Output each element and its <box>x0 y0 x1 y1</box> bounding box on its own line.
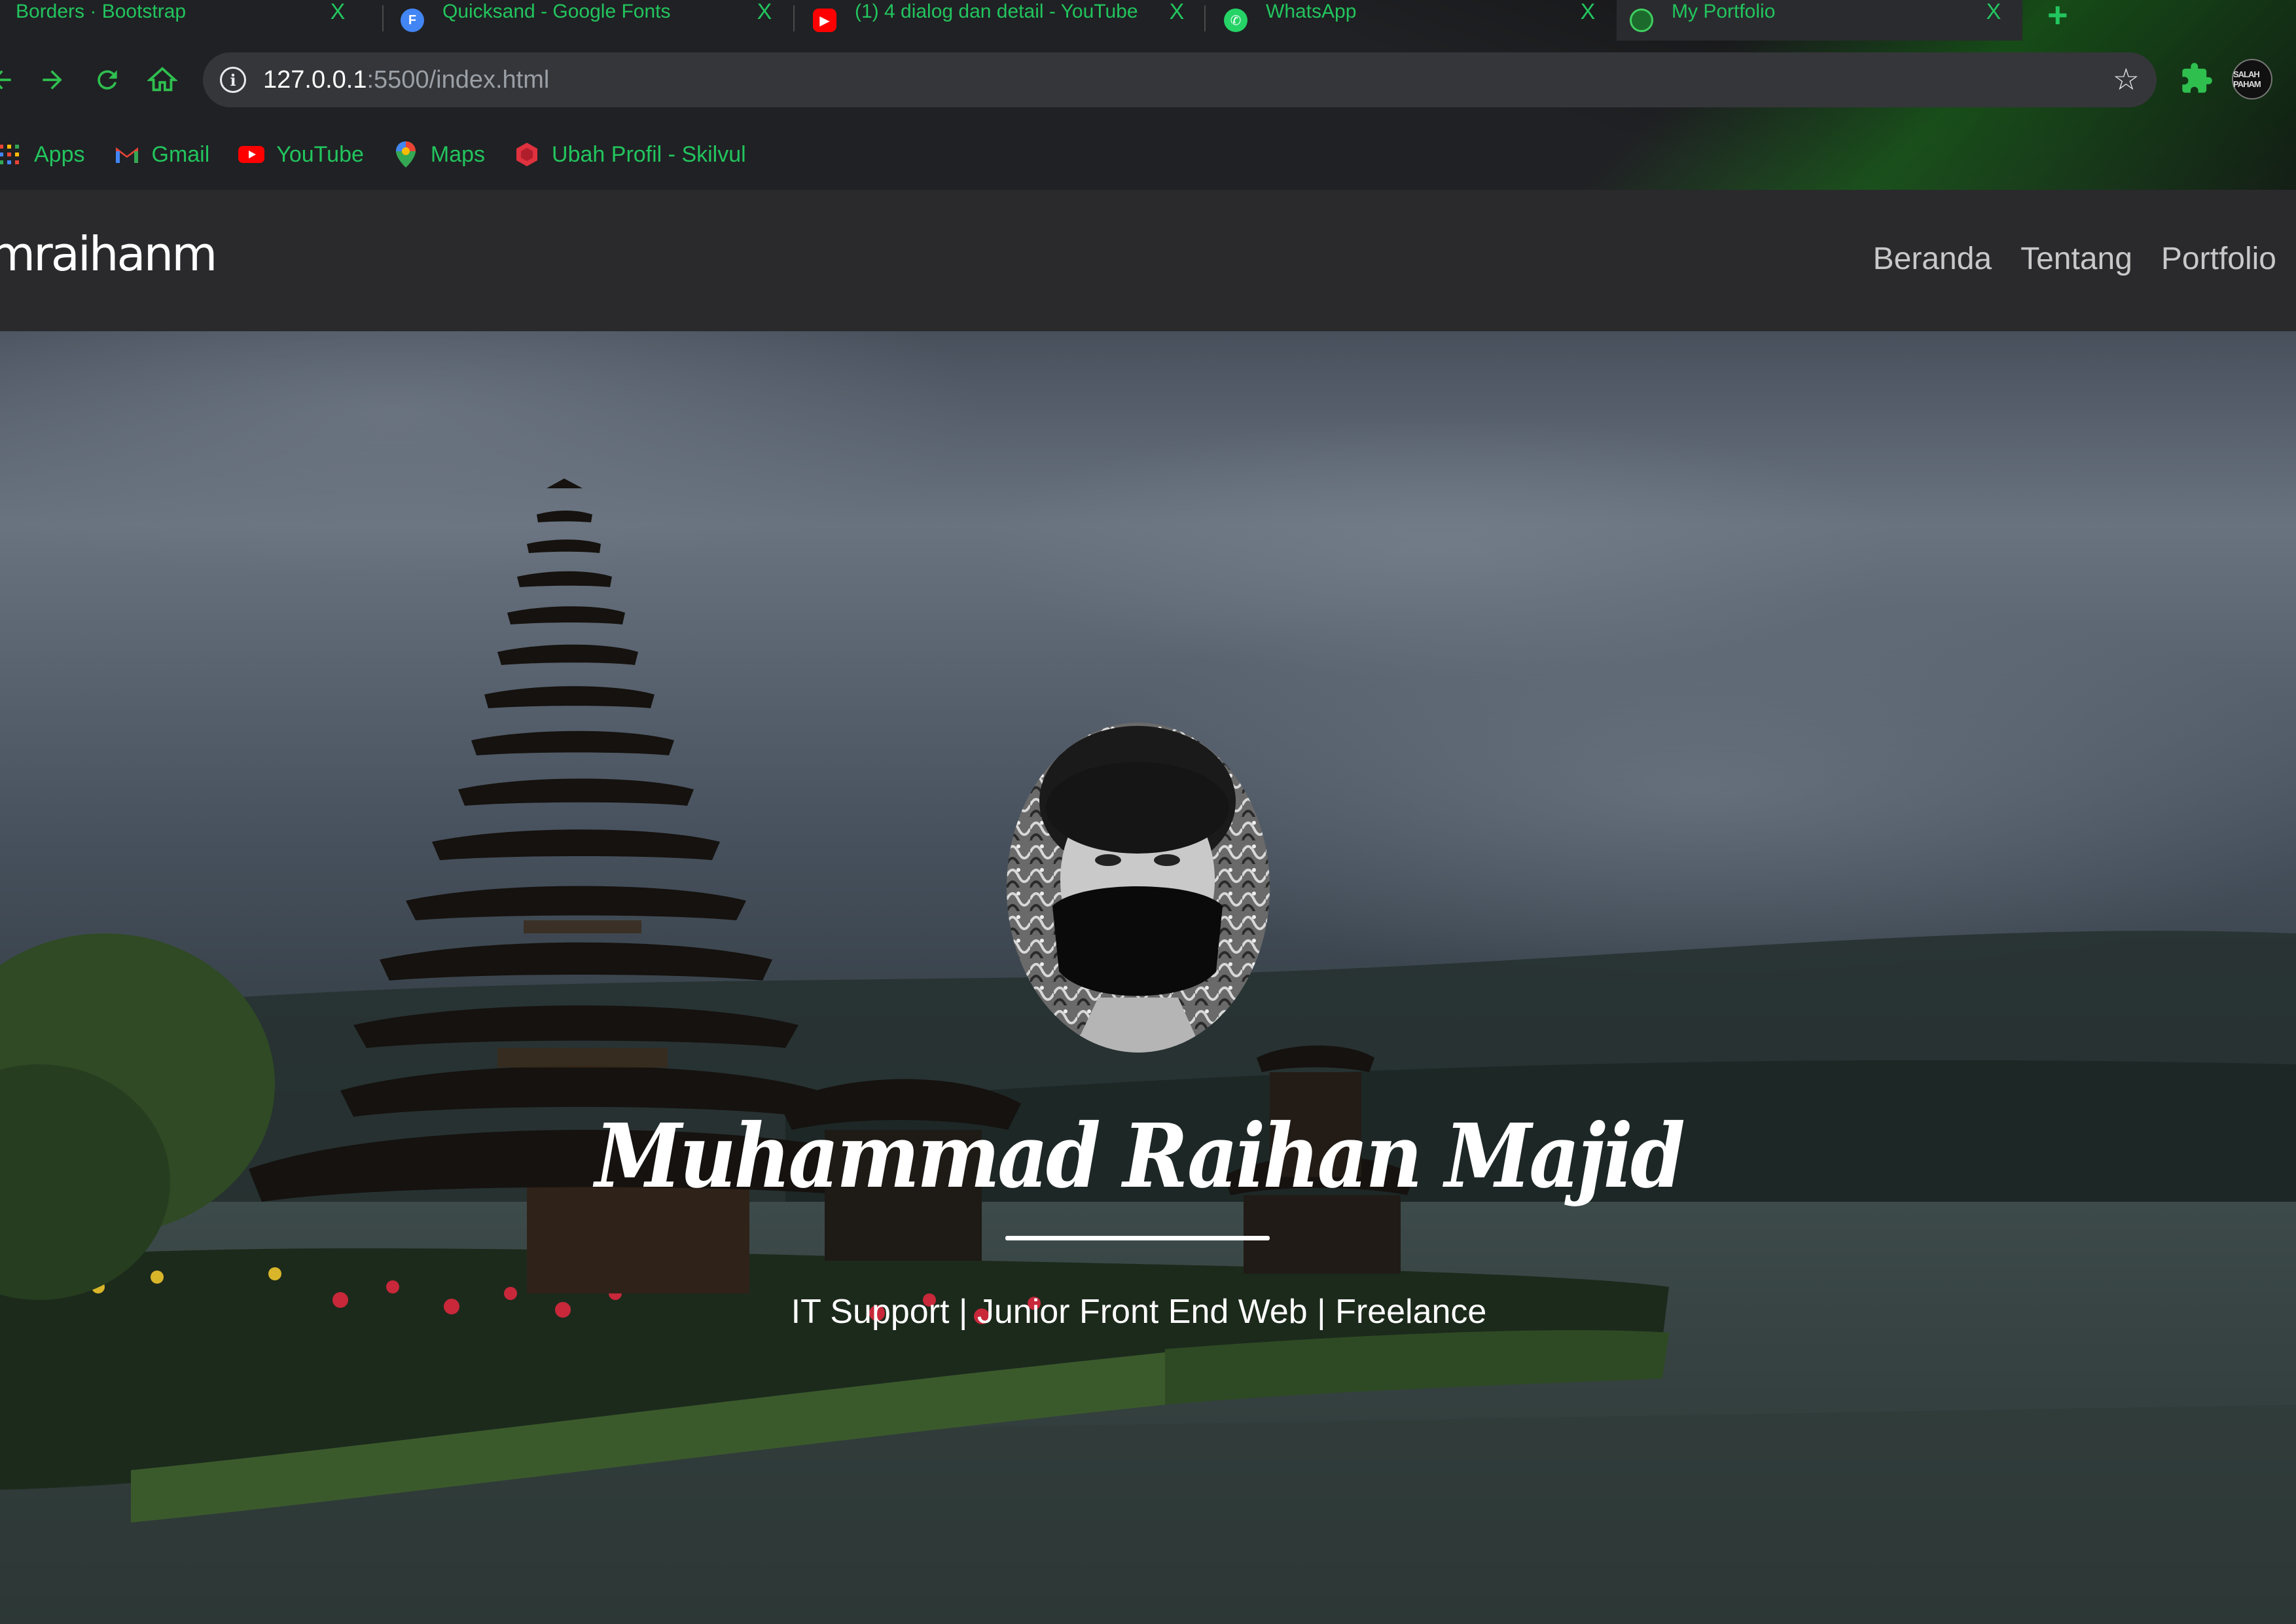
back-arrow-icon <box>0 70 11 90</box>
bookmark-apps[interactable]: Apps <box>0 141 85 168</box>
reload-button[interactable] <box>86 59 128 101</box>
nav-link-portfolio[interactable]: Portfolio <box>2161 241 2276 277</box>
google-fonts-icon: F <box>401 9 424 32</box>
bookmark-label: Maps <box>430 141 486 167</box>
hero-divider <box>1005 1236 1270 1240</box>
youtube-icon <box>238 141 265 168</box>
bookmark-label: YouTube <box>276 141 364 167</box>
apps-grid-icon <box>0 141 22 168</box>
nav-link-beranda[interactable]: Beranda <box>1873 241 1992 277</box>
tab-separator <box>793 5 795 31</box>
url-path: :5500/index.html <box>367 65 550 94</box>
maps-pin-icon <box>393 141 419 168</box>
extensions-puzzle-icon[interactable] <box>2179 62 2214 96</box>
nav-links: Beranda Tentang Portfolio <box>1844 241 2276 277</box>
close-icon[interactable]: X <box>1162 0 1191 25</box>
bookmark-maps[interactable]: Maps <box>393 141 485 168</box>
home-button[interactable] <box>141 59 183 101</box>
tab-youtube[interactable]: ▶ (1) 4 dialog dan detail - YouTube X <box>800 0 1206 41</box>
profile-avatar[interactable]: SALAH PAHAM <box>2232 59 2272 99</box>
bookmark-label: Apps <box>34 141 85 167</box>
skilvul-icon <box>514 141 540 168</box>
tab-title: Quicksand - Google Fonts <box>442 1 671 22</box>
profile-photo <box>1007 723 1270 1053</box>
site-brand[interactable]: mraihanm <box>0 226 217 281</box>
web-page: mraihanm Beranda Tentang Portfolio Muham… <box>0 190 2296 1624</box>
tab-whatsapp[interactable]: ✆ WhatsApp X <box>1211 0 1617 41</box>
tab-google-fonts[interactable]: F Quicksand - Google Fonts X <box>387 0 793 41</box>
youtube-icon: ▶ <box>813 9 836 32</box>
tab-title: (1) 4 dialog dan detail - YouTube <box>855 1 1138 22</box>
hero-content: Muhammad Raihan Majid IT Support | Junio… <box>0 331 2296 1624</box>
hero-tagline: IT Support | Junior Front End Web | Free… <box>791 1293 1487 1331</box>
forward-arrow-icon <box>43 70 62 90</box>
url-host: 127.0.0.1 <box>263 65 367 94</box>
browser-toolbar: i 127.0.0.1:5500/index.html ☆ SALAH PAHA… <box>0 41 2296 119</box>
close-icon[interactable]: X <box>750 0 779 25</box>
hero-section: Muhammad Raihan Majid IT Support | Junio… <box>0 331 2296 1624</box>
tab-bootstrap-borders[interactable]: B Borders · Bootstrap X <box>0 0 367 41</box>
gmail-icon <box>114 141 140 168</box>
site-navbar: mraihanm Beranda Tentang Portfolio <box>0 190 2296 331</box>
bookmark-skilvul[interactable]: Ubah Profil - Skilvul <box>514 141 746 168</box>
browser-chrome: B Borders · Bootstrap X F Quicksand - Go… <box>0 0 2296 190</box>
close-icon[interactable]: X <box>1979 0 2008 25</box>
globe-icon <box>1630 9 1653 32</box>
tab-title: WhatsApp <box>1266 1 1357 22</box>
tab-title: My Portfolio <box>1672 1 1776 22</box>
bookmark-gmail[interactable]: Gmail <box>114 141 210 168</box>
hero-name: Muhammad Raihan Majid <box>595 1104 1685 1208</box>
tab-separator <box>1204 5 1206 31</box>
bookmark-label: Ubah Profil - Skilvul <box>552 141 746 167</box>
back-button[interactable] <box>0 59 22 101</box>
tab-separator <box>382 5 384 31</box>
new-tab-button[interactable]: + <box>2047 0 2068 35</box>
bookmark-label: Gmail <box>151 141 210 167</box>
close-icon[interactable]: X <box>323 0 352 25</box>
tab-my-portfolio[interactable]: My Portfolio X <box>1617 0 2022 41</box>
bookmark-youtube[interactable]: YouTube <box>238 141 364 168</box>
forward-button[interactable] <box>31 59 73 101</box>
close-icon[interactable]: X <box>1573 0 1602 25</box>
site-info-icon[interactable]: i <box>220 67 246 93</box>
address-bar[interactable]: i 127.0.0.1:5500/index.html ☆ <box>203 52 2157 107</box>
bookmarks-bar: Apps Gmail YouTube Maps Ubah Profil - Sk… <box>0 119 2296 190</box>
tab-title: Borders · Bootstrap <box>16 1 187 22</box>
home-icon <box>147 67 177 92</box>
profile-portrait-image <box>1007 723 1270 1053</box>
tab-strip: B Borders · Bootstrap X F Quicksand - Go… <box>0 0 2296 41</box>
bookmark-star-icon[interactable]: ☆ <box>2113 63 2140 96</box>
nav-link-tentang[interactable]: Tentang <box>2020 241 2132 277</box>
whatsapp-icon: ✆ <box>1224 9 1247 32</box>
reload-icon <box>98 70 117 90</box>
